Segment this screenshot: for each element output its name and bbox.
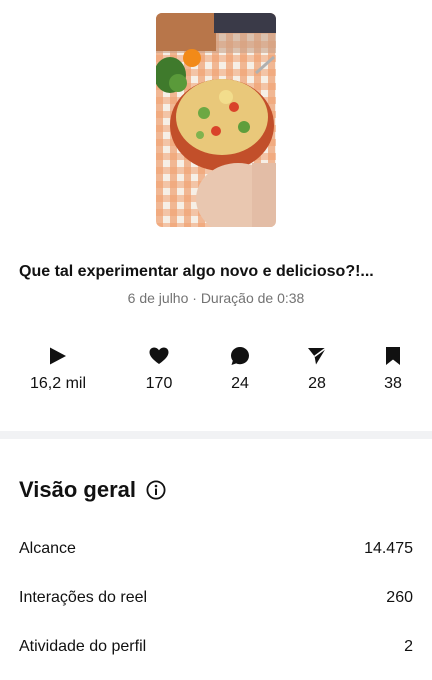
reel-caption: Que tal experimentar algo novo e delicio… xyxy=(19,263,374,280)
reel-date-duration: 6 de julho · Duração de 0:38 xyxy=(127,290,305,306)
section-divider xyxy=(0,431,432,439)
interactions-value: 260 xyxy=(386,589,413,606)
overview-row-profile-activity[interactable]: Atividade do perfil 2 xyxy=(19,638,413,662)
interactions-label: Interações do reel xyxy=(19,589,148,606)
overview-heading: Visão geral xyxy=(19,477,166,503)
stat-comments[interactable]: 24 xyxy=(200,346,280,393)
info-icon[interactable] xyxy=(146,480,166,500)
shares-count: 28 xyxy=(308,375,326,392)
bookmark-icon xyxy=(353,346,432,368)
overview-title: Visão geral xyxy=(19,477,136,502)
reel-thumbnail[interactable] xyxy=(156,13,276,227)
stat-saves[interactable]: 38 xyxy=(353,346,432,393)
likes-count: 170 xyxy=(145,375,173,392)
stat-plays[interactable]: 16,2 mil xyxy=(18,346,98,393)
stat-likes[interactable]: 170 xyxy=(119,346,199,393)
play-icon xyxy=(18,346,98,368)
engagement-stats: 16,2 mil 170 24 28 38 xyxy=(0,346,432,398)
plays-count: 16,2 mil xyxy=(29,375,87,392)
food-photo-image xyxy=(156,13,276,227)
reach-label: Alcance xyxy=(19,540,76,557)
profile-activity-label: Atividade do perfil xyxy=(19,638,147,655)
heart-icon xyxy=(119,346,199,368)
send-icon xyxy=(277,346,357,368)
saves-count: 38 xyxy=(384,375,402,392)
overview-row-interactions[interactable]: Interações do reel 260 xyxy=(19,589,413,613)
reach-value: 14.475 xyxy=(364,540,413,557)
stat-shares[interactable]: 28 xyxy=(277,346,357,393)
profile-activity-value: 2 xyxy=(404,638,413,655)
reel-insights-page: Que tal experimentar algo novo e delicio… xyxy=(0,0,432,680)
comment-icon xyxy=(200,346,280,368)
comments-count: 24 xyxy=(231,375,249,392)
overview-row-reach[interactable]: Alcance 14.475 xyxy=(19,540,413,564)
